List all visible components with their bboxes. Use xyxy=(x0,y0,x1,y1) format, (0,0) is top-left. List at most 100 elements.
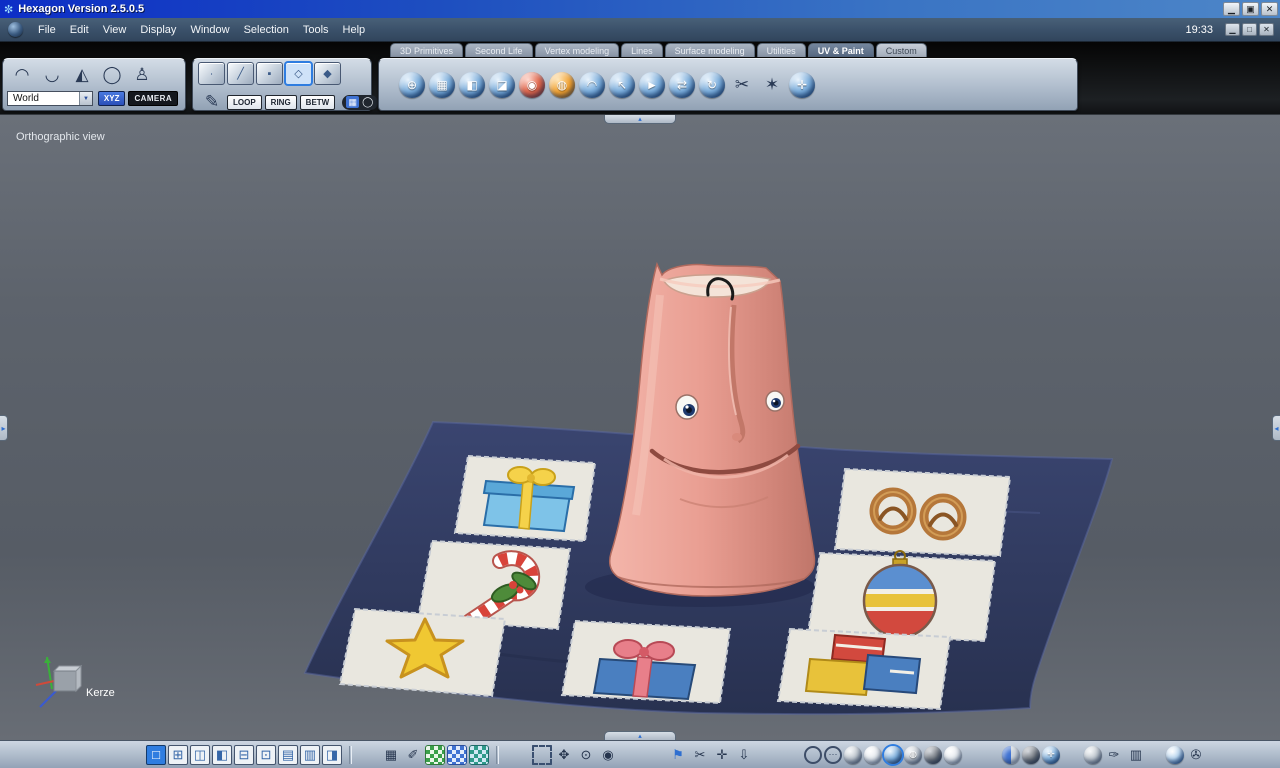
uv-box-projection-icon[interactable]: ◪ xyxy=(489,71,515,98)
object-mode-cube-icon[interactable]: ◆ xyxy=(314,62,341,85)
soft-selection-icon[interactable]: ◠ xyxy=(8,62,36,88)
layout-right-split-icon[interactable]: ◫ xyxy=(190,744,210,765)
candle-object[interactable] xyxy=(608,261,816,597)
face-mode-cube-icon[interactable]: ▪ xyxy=(256,62,283,85)
tab-utilities[interactable]: Utilities xyxy=(756,43,806,57)
tab-lines[interactable]: Lines xyxy=(621,43,663,57)
shade-textured-sphere-icon[interactable] xyxy=(884,745,902,764)
loop-button[interactable]: LOOP xyxy=(227,94,262,110)
loop-mode-cube-icon[interactable]: ◇ xyxy=(285,62,312,85)
tab-uv-paint[interactable]: UV & Paint xyxy=(807,43,874,57)
shade-matte-sphere-icon[interactable] xyxy=(924,745,942,764)
shade-glossy-sphere-icon[interactable] xyxy=(944,745,962,764)
marquee-select-icon[interactable] xyxy=(532,744,552,765)
snapshot-camera-icon[interactable]: ✇ xyxy=(1186,745,1206,765)
pan-icon[interactable]: ✥ xyxy=(554,745,574,765)
render-sphere-icon[interactable] xyxy=(1166,745,1184,764)
right-panel-collapse-handle[interactable]: ◂ xyxy=(1272,415,1280,441)
betw-button[interactable]: BETW xyxy=(299,94,336,110)
shade-points-sphere-icon[interactable]: ⋯ xyxy=(824,745,842,764)
shade-flat-sphere-icon[interactable] xyxy=(844,745,862,764)
tab-vertex-modeling[interactable]: Vertex modeling xyxy=(534,43,620,57)
backface-sphere-icon[interactable] xyxy=(1002,745,1020,764)
layout-bottom-split-icon[interactable]: ⊟ xyxy=(234,744,254,765)
doc-close-button[interactable]: ✕ xyxy=(1259,23,1274,36)
uv-select-sphere-icon[interactable]: ► xyxy=(639,71,665,98)
uv-anchor-icon[interactable]: ✛ xyxy=(712,745,732,765)
checker-green-icon[interactable] xyxy=(425,744,445,765)
pen-tool-icon[interactable]: ✑ xyxy=(1104,745,1124,765)
uvmap-grid-icon[interactable]: ▦ xyxy=(381,745,401,765)
uv-material-sphere-icon[interactable]: ◉ xyxy=(519,71,545,98)
uv-fan-icon[interactable]: ✶ xyxy=(758,72,786,98)
ring-selection-icon[interactable]: ◯ xyxy=(98,62,126,88)
uv-checker-corner-icon[interactable]: ◧ xyxy=(459,71,485,98)
uv-drag-sphere-icon[interactable]: ↖ xyxy=(609,71,635,98)
menu-tools[interactable]: Tools xyxy=(296,21,336,39)
tab-3d-primitives[interactable]: 3D Primitives xyxy=(390,43,464,57)
left-panel-collapse-handle[interactable]: ▸ xyxy=(0,415,8,441)
layout-top-split-icon[interactable]: ⊡ xyxy=(256,744,276,765)
viewport-canvas[interactable] xyxy=(0,115,1280,740)
world-dropdown[interactable]: World ▼ xyxy=(7,91,93,106)
uv-rotate-icon[interactable]: ↻ xyxy=(699,71,725,98)
layout-two-columns-icon[interactable]: ◨ xyxy=(322,744,342,765)
menu-display[interactable]: Display xyxy=(133,21,183,39)
split-panel-icon[interactable]: ▥ xyxy=(1126,745,1146,765)
paintbrush-icon[interactable]: ✐ xyxy=(403,745,423,765)
uv-mirror-icon[interactable]: ⇄ xyxy=(669,71,695,98)
menu-edit[interactable]: Edit xyxy=(63,21,96,39)
edge-pen-icon[interactable]: ✎ xyxy=(198,89,226,115)
uv-drop-icon[interactable]: ⇩ xyxy=(734,745,754,765)
uv-scissors-icon[interactable]: ✂ xyxy=(690,745,710,765)
close-button[interactable]: ✕ xyxy=(1261,2,1278,16)
tab-second-life[interactable]: Second Life xyxy=(465,43,533,57)
camera-button[interactable]: CAMERA xyxy=(128,91,178,106)
uv-lasso-sphere-icon[interactable]: ◠ xyxy=(579,71,605,98)
shade-wire-sphere-icon[interactable] xyxy=(804,745,822,764)
shade-wireshade-sphere-icon[interactable]: ◍ xyxy=(904,745,922,764)
ring-button[interactable]: RING xyxy=(264,94,297,110)
layout-left-split-icon[interactable]: ◧ xyxy=(212,744,232,765)
uv-texture-sphere-icon[interactable]: ◍ xyxy=(549,71,575,98)
minimize-button[interactable]: ▁ xyxy=(1223,2,1240,16)
uv-checker-sphere-icon[interactable]: ▦ xyxy=(429,71,455,98)
uv-pin-icon[interactable]: ✛ xyxy=(789,71,815,98)
uv-knife-icon[interactable]: ✂ xyxy=(728,72,756,98)
uv-flag-icon[interactable]: ⚑ xyxy=(668,745,688,765)
restore-button[interactable]: ▣ xyxy=(1242,2,1259,16)
layout-rows-icon[interactable]: ▤ xyxy=(278,744,298,765)
lasso-selection-icon[interactable]: ◡ xyxy=(38,62,66,88)
menu-view[interactable]: View xyxy=(96,21,134,39)
doc-minimize-button[interactable]: ▁ xyxy=(1225,23,1240,36)
edge-mode-cube-icon[interactable]: ╱ xyxy=(227,62,254,85)
layout-quad-icon[interactable]: ⊞ xyxy=(168,744,188,765)
betw-circle-icon[interactable]: ◯ xyxy=(361,96,374,108)
doc-maximize-button[interactable]: □ xyxy=(1242,23,1257,36)
top-toolbar-collapse-handle[interactable]: ▴ xyxy=(604,115,676,124)
checker-teal-icon[interactable] xyxy=(469,744,489,765)
ghost-magnet-icon[interactable]: ♙ xyxy=(128,62,156,88)
betw-checker-icon[interactable]: ▦ xyxy=(346,96,360,108)
viewport[interactable]: Orthographic view Kerze ▴ ▴ ▸ ◂ xyxy=(0,114,1280,740)
chevron-down-icon[interactable]: ▼ xyxy=(78,92,92,105)
visibility-eye-icon[interactable]: ◉ xyxy=(598,745,618,765)
vertex-mode-cube-icon[interactable]: ∙ xyxy=(198,62,225,85)
zoom-icon[interactable]: ⊙ xyxy=(576,745,596,765)
uv-globe-icon[interactable]: ⊕ xyxy=(399,71,425,98)
tab-surface-modeling[interactable]: Surface modeling xyxy=(664,43,755,57)
menu-window[interactable]: Window xyxy=(183,21,236,39)
checker-blue-icon[interactable] xyxy=(447,744,467,765)
layout-columns-icon[interactable]: ▥ xyxy=(300,744,320,765)
layout-single-icon[interactable]: □ xyxy=(146,744,166,765)
ghost-sphere-icon[interactable] xyxy=(1022,745,1040,764)
menu-file[interactable]: File xyxy=(31,21,63,39)
axes-sphere-icon[interactable]: ✛ xyxy=(1042,745,1060,764)
menu-help[interactable]: Help xyxy=(336,21,373,39)
bottom-toolbar-collapse-handle[interactable]: ▴ xyxy=(604,731,676,740)
light-sphere-icon[interactable] xyxy=(1084,745,1102,764)
shade-smooth-sphere-icon[interactable] xyxy=(864,745,882,764)
tab-custom[interactable]: Custom xyxy=(875,43,927,57)
xyz-button[interactable]: XYZ xyxy=(97,91,126,106)
cone-selection-icon[interactable]: ◭ xyxy=(68,62,96,88)
